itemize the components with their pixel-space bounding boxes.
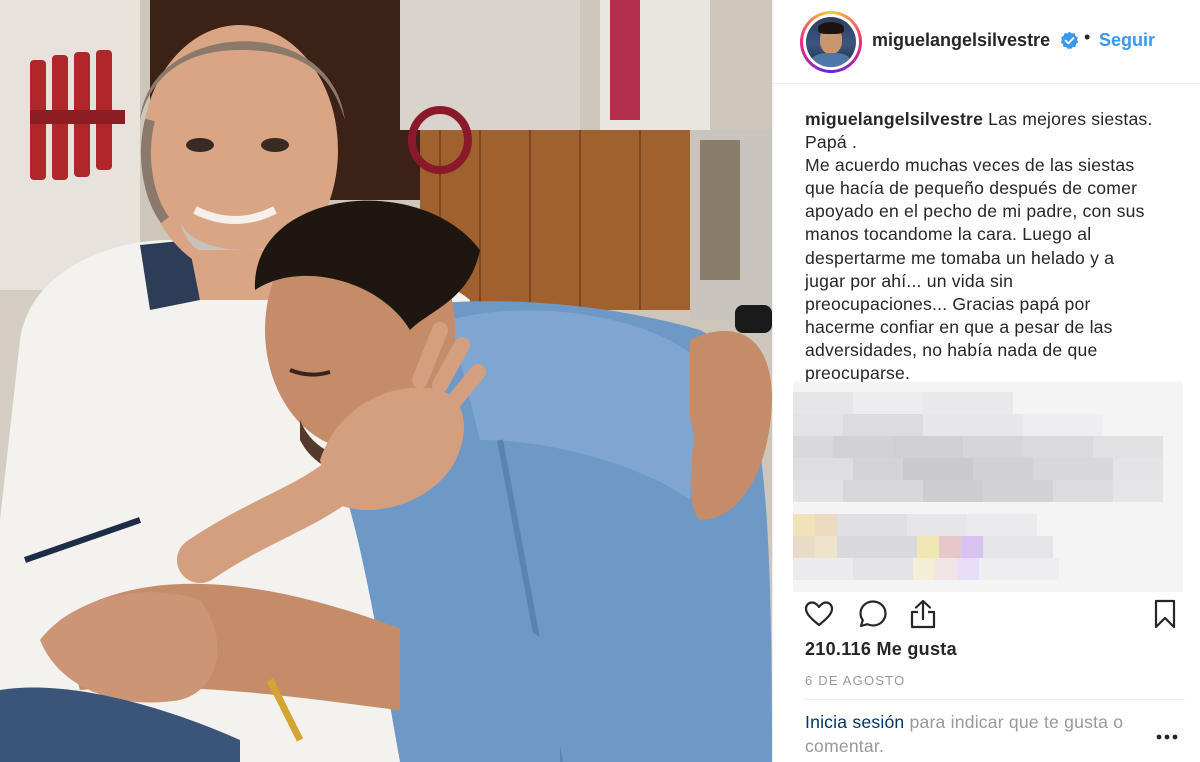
header-username-link[interactable]: miguelangelsilvestre (872, 30, 1050, 51)
share-icon[interactable] (907, 598, 939, 630)
caption-line: adversidades, no había nada de que (805, 339, 1098, 360)
pixelated-comments (793, 382, 1183, 592)
photo-illustration (0, 0, 772, 762)
caption-username-link[interactable]: miguelangelsilvestre (805, 109, 983, 129)
post-actions (773, 594, 1200, 634)
heart-icon[interactable] (803, 598, 835, 630)
avatar (806, 17, 856, 67)
profile-avatar-ring[interactable] (800, 11, 862, 73)
post-caption: miguelangelsilvestre Las mejores siestas… (805, 108, 1185, 385)
login-link[interactable]: Inicia sesión (805, 712, 904, 732)
separator-dot: • (1084, 27, 1091, 47)
more-options-icon[interactable] (1153, 726, 1183, 746)
verified-badge-icon (1060, 31, 1079, 50)
login-prompt: Inicia sesión para indicar que te gusta … (805, 711, 1155, 758)
bookmark-icon[interactable] (1149, 598, 1181, 630)
caption-line: manos tocandome la cara. Luego al (805, 224, 1092, 245)
caption-line: Me acuerdo muchas veces de las siestas (805, 155, 1135, 176)
post-header: miguelangelsilvestre • Seguir (773, 0, 1200, 84)
post-side-panel: miguelangelsilvestre • Seguir miguelange… (772, 0, 1200, 762)
comment-icon[interactable] (857, 598, 889, 630)
caption-line: que hacía de pequeño después de comer (805, 178, 1138, 199)
divider (805, 699, 1185, 700)
caption-line: Papá . (805, 132, 858, 153)
post-date[interactable]: 6 DE AGOSTO (805, 673, 905, 688)
caption-line: apoyado en el pecho de mi padre, con sus (805, 201, 1145, 222)
post-photo[interactable] (0, 0, 772, 762)
caption-line: jugar por ahí... un vida sin (805, 270, 1014, 291)
caption-line: hacerme confiar en que a pesar de las (805, 316, 1113, 337)
caption-line: preocupaciones... Gracias papá por (805, 293, 1091, 314)
caption-line: Las mejores siestas. (988, 109, 1153, 129)
like-count[interactable]: 210.116 Me gusta (805, 639, 957, 660)
follow-button[interactable]: Seguir (1099, 30, 1155, 51)
caption-line: despertarme me tomaba un helado y a (805, 247, 1115, 268)
